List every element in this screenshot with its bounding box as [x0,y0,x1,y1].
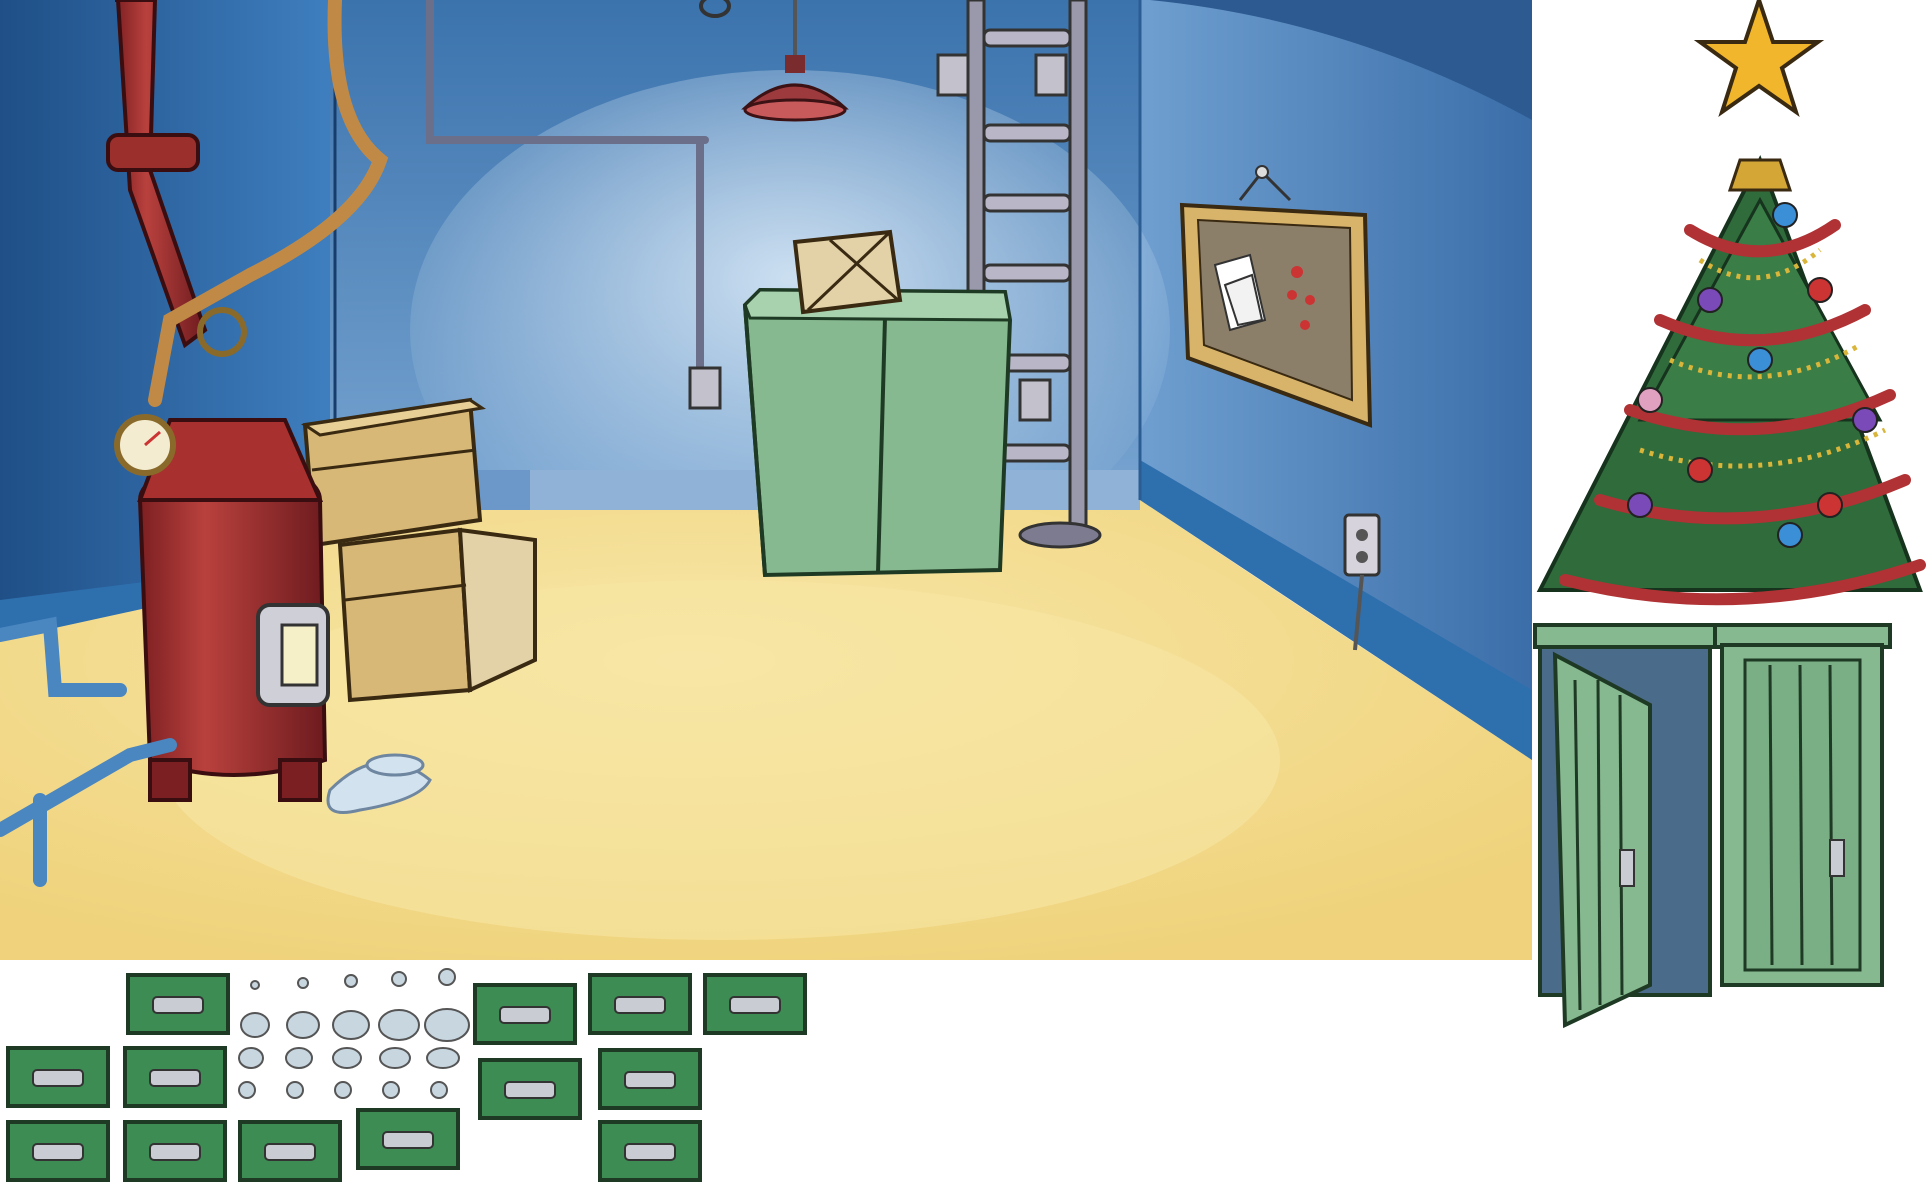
drawer-handle-icon [149,1069,201,1087]
steam-puff [238,980,270,1099]
file-drawer [6,1046,110,1108]
steam-puff [378,971,420,1099]
ornament-icon [1817,492,1843,518]
door-handle-icon [1829,839,1845,877]
drawer-handle-icon [499,1006,551,1024]
steam-puff [285,977,320,1099]
file-drawer [356,1108,460,1170]
drawer-handle-icon [152,996,204,1014]
steam-puff [424,968,470,1099]
file-drawer [238,1120,342,1182]
drawer-handle-icon [614,996,666,1014]
steam-puff-sprites [238,968,470,1099]
file-drawer [6,1120,110,1182]
file-drawer [598,1048,702,1110]
cardboard-box[interactable] [792,229,903,315]
file-drawer [588,973,692,1035]
ornament-icon [1807,277,1833,303]
ladder-rung [982,193,1072,213]
drawer-handle-icon [624,1071,676,1089]
file-drawer [123,1046,227,1108]
file-drawer [473,983,577,1045]
tree-star-icon [1693,0,1825,118]
ornament-icon [1687,457,1713,483]
ornament-icon [1852,407,1878,433]
ornament-icon [1777,522,1803,548]
ladder-rung [982,123,1072,143]
ornament-icon [1637,387,1663,413]
file-drawer [126,973,230,1035]
drawer-handle-icon [504,1081,556,1099]
file-drawer-sprites [6,973,807,1182]
drawer-handle-icon [264,1143,316,1161]
door-open [1533,623,1717,1029]
drawer-handle-icon [729,996,781,1014]
christmas-tree-sprite [1536,0,1926,606]
ornament-icon [1747,347,1773,373]
drawer-handle-icon [624,1143,676,1161]
drawer-handle-icon [149,1143,201,1161]
door-handle-icon [1619,849,1635,887]
drawer-handle-icon [32,1143,84,1161]
door-closed [1713,623,1892,987]
ornament-icon [1697,287,1723,313]
ornament-icon [1627,492,1653,518]
drawer-handle-icon [382,1131,434,1149]
wall-switch-box [688,366,722,410]
file-drawer [478,1058,582,1120]
ladder-rung [982,263,1072,283]
file-drawer [598,1120,702,1182]
file-drawer [123,1120,227,1182]
ladder-rung [982,28,1072,48]
ornament-icon [1772,202,1798,228]
drawer-handle-icon [32,1069,84,1087]
tree-trunk-base [1727,158,1793,192]
green-file-cabinet[interactable] [742,287,1013,578]
file-drawer [703,973,807,1035]
steam-puff [332,974,370,1099]
door-sprites [1533,623,1892,1029]
